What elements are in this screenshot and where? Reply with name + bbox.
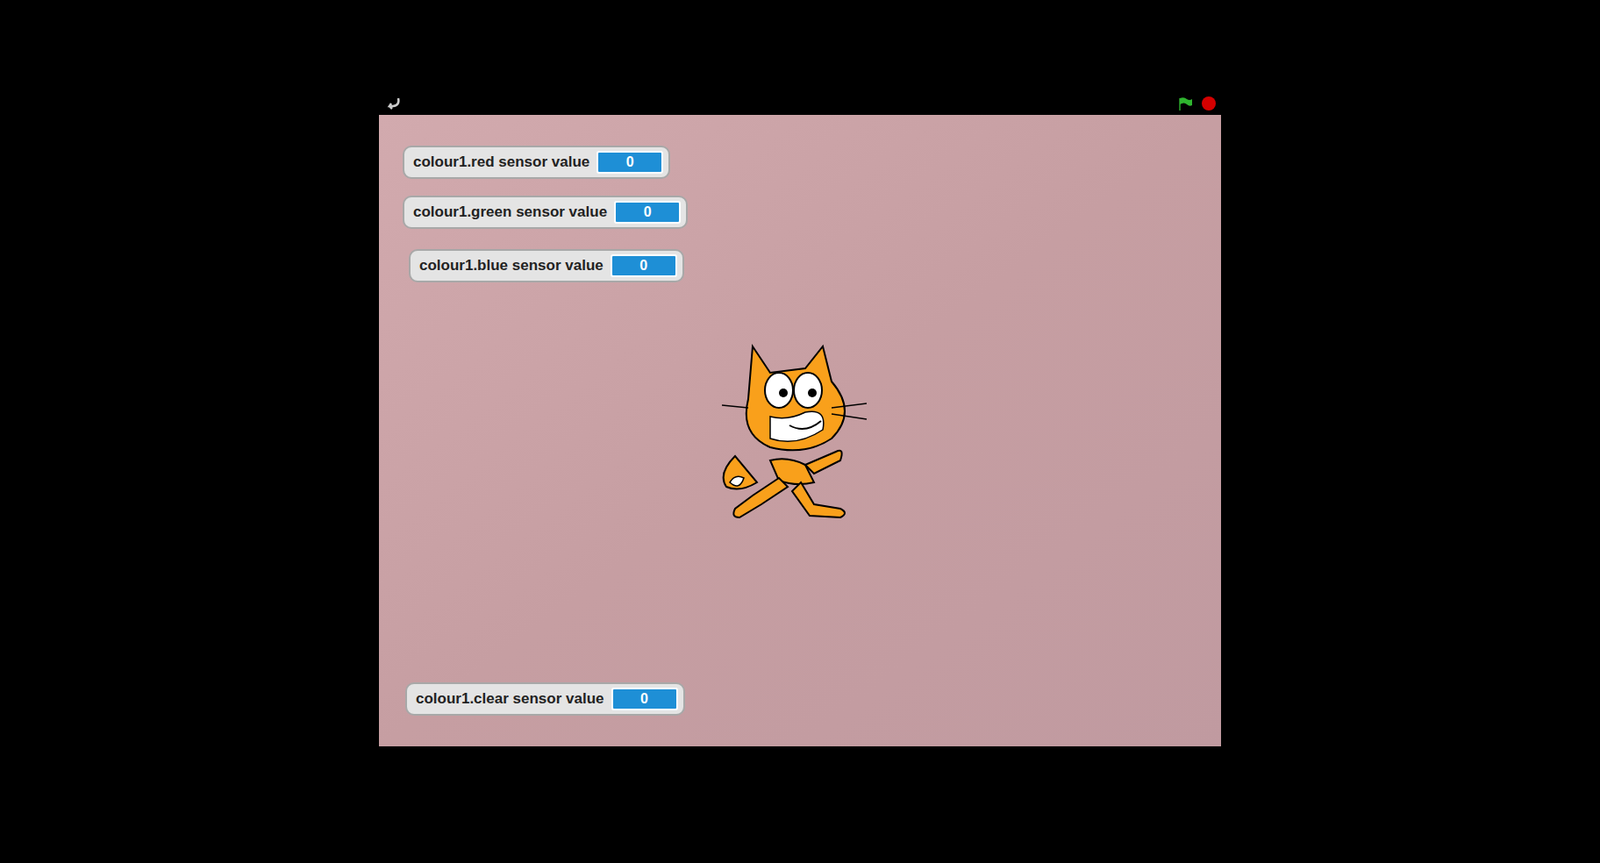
exit-presentation-icon[interactable] (384, 96, 402, 111)
monitor-value: 0 (611, 687, 679, 711)
stop-icon[interactable] (1201, 96, 1216, 111)
variable-monitor[interactable]: colour1.green sensor value 0 (402, 195, 688, 229)
monitor-value: 0 (610, 254, 678, 278)
stage-toolbar (378, 91, 1222, 115)
monitor-label: colour1.blue sensor value (419, 256, 604, 276)
cat-sprite-icon[interactable] (717, 342, 885, 523)
variable-monitor[interactable]: colour1.blue sensor value 0 (408, 249, 685, 283)
monitor-label: colour1.clear sensor value (415, 689, 605, 709)
stage: colour1.red sensor value0colour1.green s… (378, 114, 1222, 747)
monitor-value: 0 (614, 200, 681, 224)
variable-monitor[interactable]: colour1.clear sensor value 0 (405, 682, 686, 716)
green-flag-icon[interactable] (1177, 96, 1193, 111)
monitor-label: colour1.green sensor value (413, 202, 608, 222)
variable-monitor[interactable]: colour1.red sensor value 0 (402, 145, 671, 179)
monitor-value: 0 (596, 150, 664, 174)
monitor-label: colour1.red sensor value (413, 152, 590, 172)
presentation-screen: colour1.red sensor value0colour1.green s… (0, 0, 1600, 863)
